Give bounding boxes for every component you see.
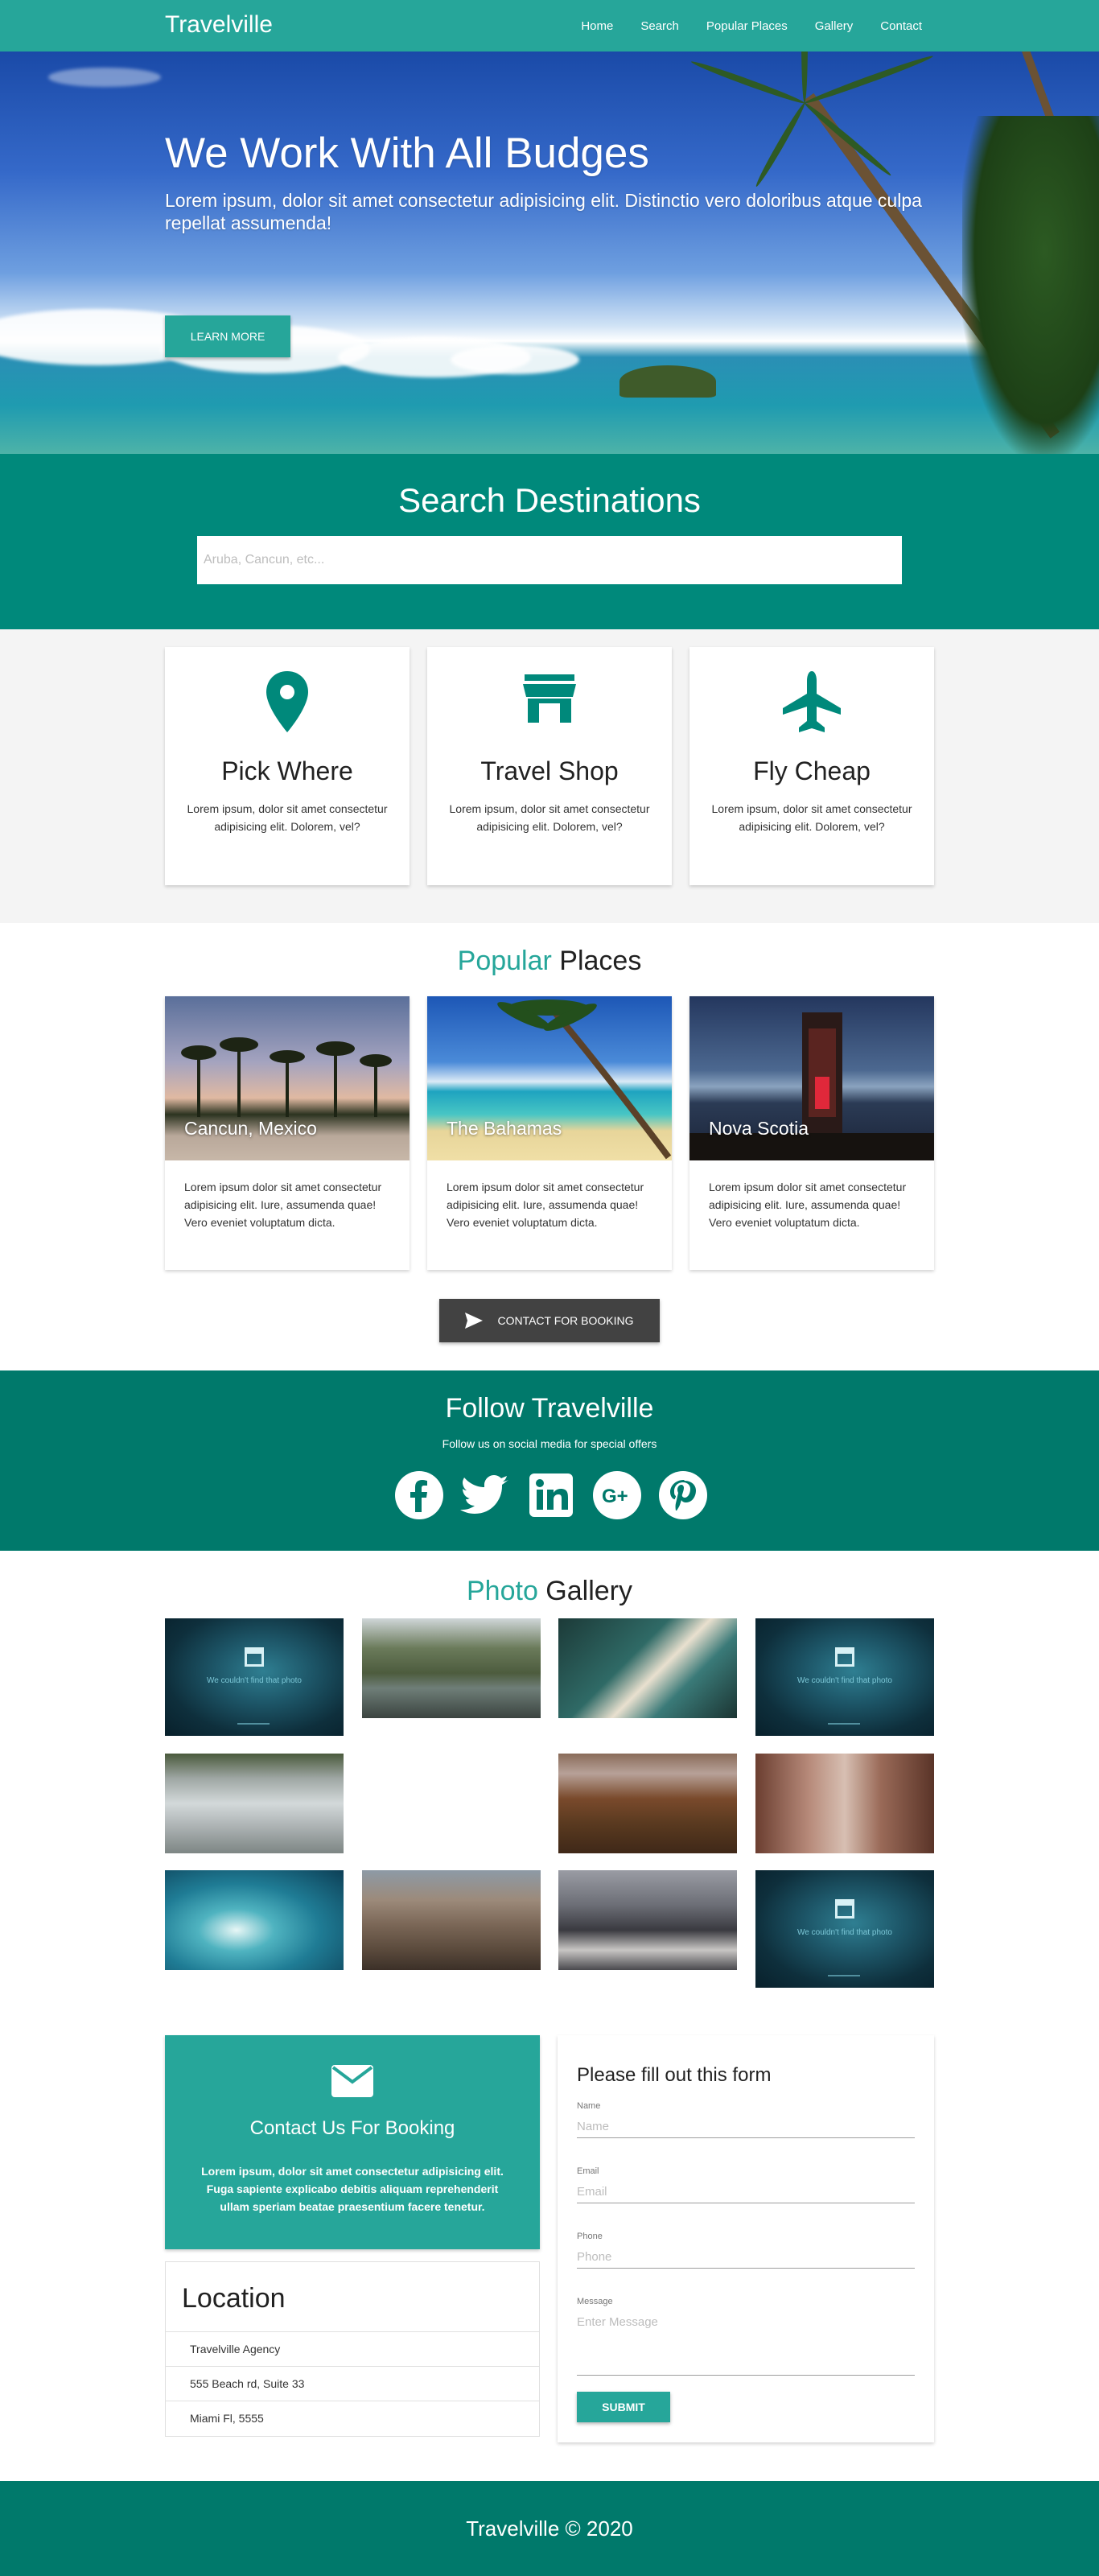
gallery-photo-mountain-lake[interactable] bbox=[362, 1618, 541, 1718]
linkedin-icon[interactable] bbox=[526, 1470, 576, 1520]
message-field: Message Enter Message bbox=[577, 2297, 915, 2376]
email-input[interactable]: Email bbox=[577, 2181, 915, 2203]
gallery-photo-aerial-beach[interactable] bbox=[558, 1618, 737, 1718]
footer: Travelville © 2020 bbox=[0, 2481, 1099, 2576]
send-icon bbox=[465, 1313, 484, 1329]
hero-title: We Work With All Budges bbox=[165, 130, 649, 177]
contact-for-booking-label: Contact For Booking bbox=[497, 1314, 634, 1327]
place-image: Nova Scotia bbox=[689, 996, 934, 1160]
place-image: The Bahamas bbox=[427, 996, 672, 1160]
search-section: Search Destinations Aruba, Cancun, etc..… bbox=[0, 454, 1099, 629]
facebook-icon[interactable] bbox=[394, 1470, 444, 1520]
gallery-photo-rocky-shore[interactable] bbox=[165, 1754, 344, 1853]
navbar: Travelville Home Search Popular Places G… bbox=[0, 0, 1099, 52]
hero-section: We Work With All Budges Lorem ipsum, dol… bbox=[0, 52, 1099, 454]
features-section: Pick Where Lorem ipsum, dolor sit amet c… bbox=[0, 629, 1099, 923]
name-label: Name bbox=[577, 2101, 601, 2111]
feature-title: Travel Shop bbox=[480, 756, 619, 785]
form-title: Please fill out this form bbox=[577, 2064, 772, 2086]
feature-card-fly-cheap: Fly Cheap Lorem ipsum, dolor sit amet co… bbox=[689, 647, 934, 885]
follow-title: Follow Travelville bbox=[445, 1393, 654, 1424]
phone-field: Phone Phone bbox=[577, 2232, 915, 2269]
nav-links: Home Search Popular Places Gallery Conta… bbox=[554, 0, 922, 52]
place-name: The Bahamas bbox=[447, 1118, 562, 1139]
contact-text: Lorem ipsum, dolor sit amet consectetur … bbox=[201, 2165, 504, 2213]
name-input[interactable]: Name bbox=[577, 2116, 915, 2138]
google-plus-icon[interactable]: G+ bbox=[592, 1470, 642, 1520]
location-line: 555 Beach rd, Suite 33 bbox=[166, 2367, 539, 2401]
phone-label: Phone bbox=[577, 2232, 603, 2241]
place-card-nova-scotia[interactable]: Nova Scotia Lorem ipsum dolor sit amet c… bbox=[689, 996, 934, 1270]
twitter-icon[interactable] bbox=[460, 1470, 510, 1520]
social-links: G+ bbox=[394, 1470, 724, 1520]
gallery-photo-winter-street[interactable] bbox=[558, 1870, 737, 1970]
message-textarea[interactable]: Enter Message bbox=[577, 2311, 915, 2376]
nav-link-contact[interactable]: Contact bbox=[880, 19, 922, 33]
phone-input[interactable]: Phone bbox=[577, 2246, 915, 2269]
location-card: Location Travelville Agency 555 Beach rd… bbox=[165, 2261, 540, 2437]
store-icon bbox=[427, 670, 672, 734]
place-card-bahamas[interactable]: The Bahamas Lorem ipsum dolor sit amet c… bbox=[427, 996, 672, 1270]
place-text: Lorem ipsum dolor sit amet consectetur a… bbox=[184, 1181, 382, 1229]
search-title: Search Destinations bbox=[398, 481, 701, 519]
place-image: Cancun, Mexico bbox=[165, 996, 410, 1160]
contact-for-booking-button[interactable]: Contact For Booking bbox=[439, 1299, 660, 1342]
gallery-photo-wave-surf[interactable] bbox=[165, 1870, 344, 1970]
learn-more-button[interactable]: Learn More bbox=[165, 315, 290, 357]
hero-text: Lorem ipsum, dolor sit amet consectetur … bbox=[165, 190, 922, 233]
location-title: Location bbox=[166, 2262, 539, 2332]
gallery-photo-missing[interactable]: We couldn't find that photo bbox=[755, 1618, 934, 1736]
airplane-icon bbox=[689, 670, 934, 734]
gallery-photo-missing[interactable]: We couldn't find that photo bbox=[755, 1870, 934, 1988]
popular-places-title: Popular Places bbox=[457, 946, 642, 976]
photo-gallery-title: Photo Gallery bbox=[467, 1576, 632, 1606]
feature-title: Pick Where bbox=[221, 756, 353, 785]
contact-info-card: Contact Us For Booking Lorem ipsum, dolo… bbox=[165, 2035, 540, 2249]
name-field: Name Name bbox=[577, 2101, 915, 2138]
nav-link-popular-places[interactable]: Popular Places bbox=[706, 19, 788, 33]
feature-text: Lorem ipsum, dolor sit amet consectetur … bbox=[187, 802, 388, 833]
map-pin-icon bbox=[165, 670, 410, 734]
brand-logo[interactable]: Travelville bbox=[165, 11, 273, 39]
pinterest-icon[interactable] bbox=[658, 1470, 708, 1520]
location-line: Miami Fl, 5555 bbox=[190, 2412, 264, 2425]
follow-subtitle: Follow us on social media for special of… bbox=[442, 1437, 657, 1450]
follow-section: Follow Travelville Follow us on social m… bbox=[0, 1370, 1099, 1551]
mail-icon bbox=[331, 2065, 373, 2097]
email-field: Email Email bbox=[577, 2166, 915, 2203]
feature-text: Lorem ipsum, dolor sit amet consectetur … bbox=[711, 802, 912, 833]
feature-card-travel-shop: Travel Shop Lorem ipsum, dolor sit amet … bbox=[427, 647, 672, 885]
place-name: Cancun, Mexico bbox=[184, 1118, 317, 1139]
location-line: Travelville Agency bbox=[166, 2332, 539, 2367]
gallery-photo-missing[interactable]: We couldn't find that photo bbox=[165, 1618, 344, 1736]
booking-form: Please fill out this form Name Name Emai… bbox=[558, 2035, 934, 2442]
nav-link-search[interactable]: Search bbox=[640, 19, 679, 33]
gallery-photo-venice-canal[interactable] bbox=[755, 1754, 934, 1853]
feature-title: Fly Cheap bbox=[753, 756, 871, 785]
footer-text: Travelville © 2020 bbox=[466, 2516, 633, 2541]
message-label: Message bbox=[577, 2297, 613, 2306]
contact-title: Contact Us For Booking bbox=[249, 2117, 455, 2139]
svg-text:G+: G+ bbox=[602, 1486, 628, 1507]
place-text: Lorem ipsum dolor sit amet consectetur a… bbox=[709, 1181, 907, 1229]
email-label: Email bbox=[577, 2166, 599, 2176]
feature-card-pick-where: Pick Where Lorem ipsum, dolor sit amet c… bbox=[165, 647, 410, 885]
nav-link-home[interactable]: Home bbox=[581, 19, 613, 33]
nav-link-gallery[interactable]: Gallery bbox=[815, 19, 854, 33]
place-text: Lorem ipsum dolor sit amet consectetur a… bbox=[447, 1181, 644, 1229]
hero-background-image bbox=[0, 52, 1099, 454]
gallery-photo-cathedral[interactable] bbox=[362, 1870, 541, 1970]
search-input[interactable]: Aruba, Cancun, etc... bbox=[197, 536, 902, 584]
place-card-cancun[interactable]: Cancun, Mexico Lorem ipsum dolor sit ame… bbox=[165, 996, 410, 1270]
gallery-photo-hills[interactable] bbox=[558, 1754, 737, 1853]
feature-text: Lorem ipsum, dolor sit amet consectetur … bbox=[449, 802, 650, 833]
submit-button[interactable]: Submit bbox=[577, 2392, 670, 2422]
place-name: Nova Scotia bbox=[709, 1118, 809, 1139]
